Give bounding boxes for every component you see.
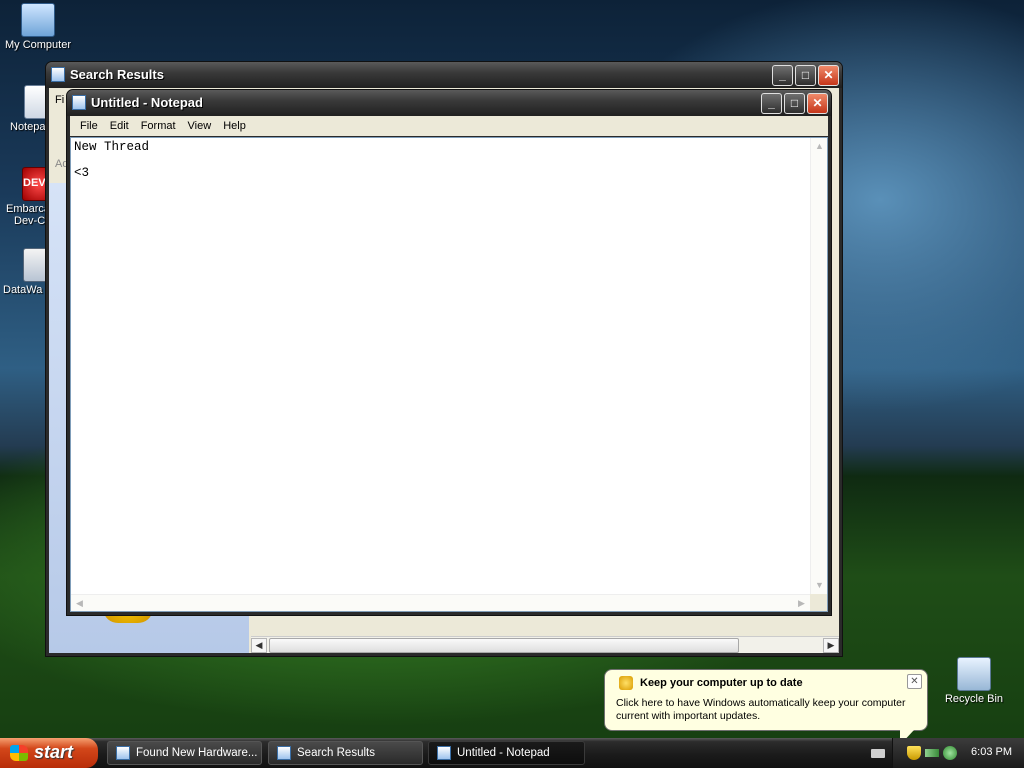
taskbar: start Found New Hardware... Search Resul… xyxy=(0,738,1024,768)
menu-edit[interactable]: Edit xyxy=(104,118,135,134)
menu-fragment[interactable]: Fi xyxy=(55,94,64,106)
minimize-button[interactable]: _ xyxy=(761,93,782,114)
notepad-window[interactable]: Untitled - Notepad _ □ ✕ File Edit Forma… xyxy=(66,89,832,616)
resize-grip[interactable] xyxy=(810,594,827,611)
close-button[interactable]: ✕ xyxy=(818,65,839,86)
vertical-scrollbar[interactable]: ▲ ▼ xyxy=(810,138,827,594)
title-bar[interactable]: Search Results _ □ ✕ xyxy=(46,62,842,88)
desktop-icon-recycle-bin[interactable]: Recycle Bin xyxy=(938,657,1010,705)
taskbar-button-label: Found New Hardware... xyxy=(136,747,258,759)
balloon-close-button[interactable]: ✕ xyxy=(907,674,922,689)
desktop-icon-label: My Computer xyxy=(4,39,72,51)
shield-icon xyxy=(619,676,633,690)
text-editor-area[interactable]: New Thread <3 ▲ ▼ ◀ ▶ xyxy=(70,137,828,612)
desktop-icon-my-computer[interactable]: My Computer xyxy=(2,3,74,51)
maximize-button[interactable]: □ xyxy=(784,93,805,114)
scroll-thumb[interactable] xyxy=(269,638,739,653)
menu-view[interactable]: View xyxy=(182,118,218,134)
search-window-icon xyxy=(277,746,291,760)
scroll-up-arrow[interactable]: ▲ xyxy=(811,138,828,155)
editor-content[interactable]: New Thread <3 xyxy=(74,141,807,593)
scroll-left-arrow[interactable]: ◀ xyxy=(251,638,267,653)
scroll-right-arrow[interactable]: ▶ xyxy=(823,638,839,653)
menu-help[interactable]: Help xyxy=(217,118,252,134)
maximize-button[interactable]: □ xyxy=(795,65,816,86)
network-icon[interactable] xyxy=(925,749,939,757)
recycle-bin-icon xyxy=(957,657,991,691)
update-notification-balloon[interactable]: Keep your computer up to date Click here… xyxy=(604,669,928,745)
clock[interactable]: 6:03 PM xyxy=(971,746,1012,758)
system-tray: 6:03 PM xyxy=(871,738,1024,768)
desktop-icon-label: DataWa xyxy=(3,284,43,296)
update-icon[interactable] xyxy=(943,746,957,760)
minimize-button[interactable]: _ xyxy=(772,65,793,86)
window-title: Search Results xyxy=(70,67,164,82)
start-label: start xyxy=(34,742,74,762)
taskbar-button-search-results[interactable]: Search Results xyxy=(268,741,423,765)
notepad-icon xyxy=(72,95,86,110)
window-icon xyxy=(116,746,130,760)
close-button[interactable]: ✕ xyxy=(807,93,828,114)
taskbar-button-notepad[interactable]: Untitled - Notepad xyxy=(428,741,585,765)
taskbar-button-found-new-hardware[interactable]: Found New Hardware... xyxy=(107,741,262,765)
scroll-left-arrow[interactable]: ◀ xyxy=(71,595,88,612)
computer-icon xyxy=(21,3,55,37)
taskbar-button-label: Untitled - Notepad xyxy=(457,747,550,759)
title-bar[interactable]: Untitled - Notepad _ □ ✕ xyxy=(67,90,831,116)
keyboard-icon[interactable] xyxy=(871,749,885,758)
desktop-icon-label: Notepa xyxy=(10,121,46,133)
window-title: Untitled - Notepad xyxy=(91,95,203,110)
horizontal-scrollbar[interactable]: ◀ ▶ xyxy=(71,594,810,611)
menu-bar: File Edit Format View Help xyxy=(70,116,828,136)
notepad-icon xyxy=(437,746,451,760)
search-window-icon xyxy=(51,67,65,82)
start-button[interactable]: start xyxy=(0,738,98,768)
scroll-down-arrow[interactable]: ▼ xyxy=(811,577,828,594)
balloon-body[interactable]: Click here to have Windows automatically… xyxy=(616,697,916,723)
menu-format[interactable]: Format xyxy=(135,118,182,134)
security-shield-icon[interactable] xyxy=(907,746,921,760)
desktop-icon-label: Recycle Bin xyxy=(944,693,1004,705)
horizontal-scrollbar[interactable]: ◀ ▶ xyxy=(251,636,839,653)
taskbar-button-label: Search Results xyxy=(297,747,375,759)
balloon-title: Keep your computer up to date xyxy=(640,677,803,689)
scroll-right-arrow[interactable]: ▶ xyxy=(793,595,810,612)
menu-file[interactable]: File xyxy=(74,118,104,134)
windows-flag-icon xyxy=(10,745,28,761)
